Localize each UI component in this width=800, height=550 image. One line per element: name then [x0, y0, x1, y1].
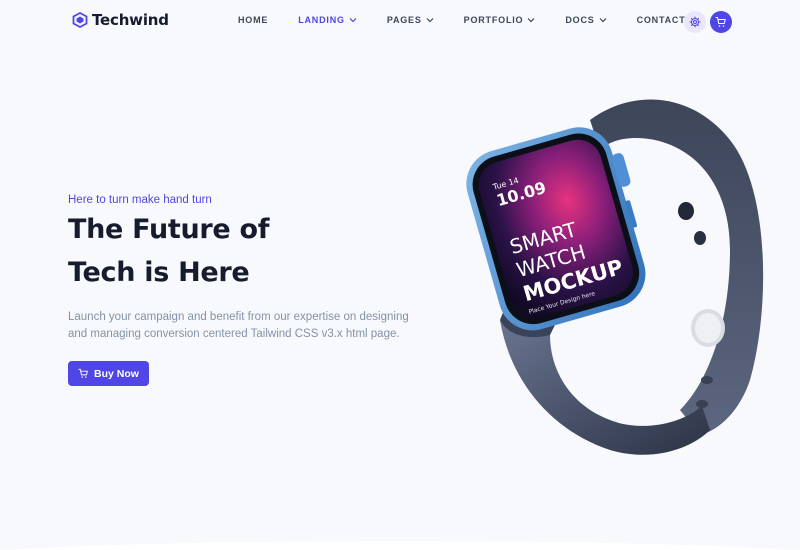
nav-item-pages[interactable]: PAGES	[387, 15, 434, 25]
main-nav: HOME LANDING PAGES PORTFOLIO DOCS CONTAC…	[238, 15, 686, 25]
bottom-wave-divider	[0, 541, 800, 550]
brand-name: Techwind	[92, 11, 169, 29]
hero-title-line: The Future of	[68, 214, 270, 245]
cart-icon	[78, 368, 88, 378]
hero-title-line: Tech is Here	[68, 257, 250, 288]
hero-subtitle: Here to turn make hand turn	[68, 194, 212, 206]
chevron-down-icon	[527, 18, 535, 23]
nav-item-label: PAGES	[386, 15, 422, 25]
nav-item-portfolio[interactable]: PORTFOLIO	[464, 15, 536, 25]
hero-title: The Future of Tech is Here	[68, 208, 368, 294]
gear-icon	[689, 16, 701, 28]
cart-button[interactable]	[710, 11, 732, 33]
smartwatch-image: Tue 14 10.09 SMART WATCH MOCKUP Place Yo…	[466, 99, 764, 455]
chevron-down-icon	[426, 18, 434, 23]
chevron-down-icon	[599, 18, 606, 23]
nav-item-home[interactable]: HOME	[238, 15, 268, 25]
settings-button[interactable]	[684, 11, 706, 33]
buy-now-button[interactable]: Buy Now	[68, 361, 149, 386]
chevron-down-icon	[349, 18, 357, 23]
nav-item-label: LANDING	[298, 15, 345, 25]
logo-icon	[72, 12, 88, 28]
nav-item-landing[interactable]: LANDING	[298, 15, 357, 25]
navbar: Techwind HOME LANDING PAGES PORTFOLIO DO…	[0, 0, 800, 44]
nav-item-label: DOCS	[565, 15, 595, 25]
logo[interactable]: Techwind	[72, 11, 169, 29]
cart-icon	[715, 17, 726, 27]
nav-item-label: PORTFOLIO	[463, 15, 524, 25]
buy-now-label: Buy Now	[94, 367, 139, 380]
nav-item-docs[interactable]: DOCS	[565, 15, 606, 25]
hero-description: Launch your campaign and benefit from ou…	[68, 311, 409, 340]
nav-item-label: CONTACT	[636, 15, 686, 25]
nav-item-label: HOME	[238, 15, 269, 25]
nav-item-contact[interactable]: CONTACT	[637, 15, 686, 25]
